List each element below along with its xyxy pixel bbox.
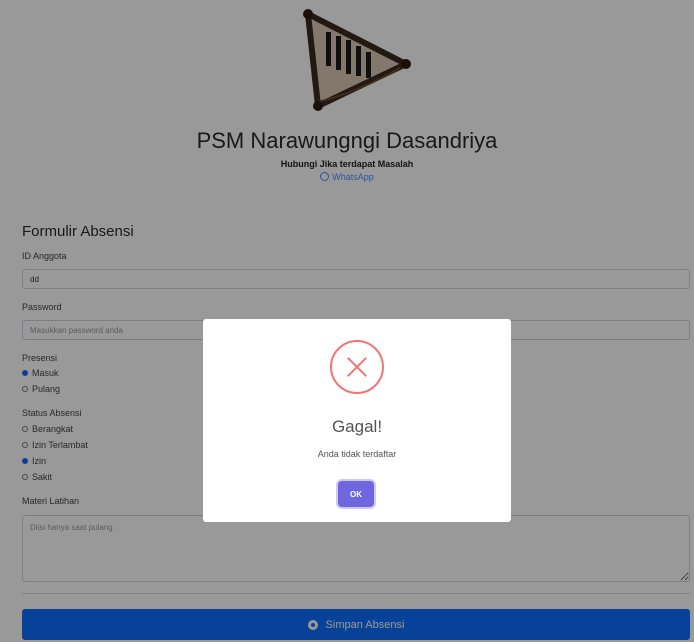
error-dialog: Gagal! Anda tidak terdaftar OK [203, 319, 511, 522]
dialog-title: Gagal! [331, 417, 383, 436]
ok-button[interactable]: OK [338, 481, 374, 507]
dialog-message: Anda tidak terdaftar [317, 449, 397, 459]
error-x-icon [330, 340, 384, 394]
